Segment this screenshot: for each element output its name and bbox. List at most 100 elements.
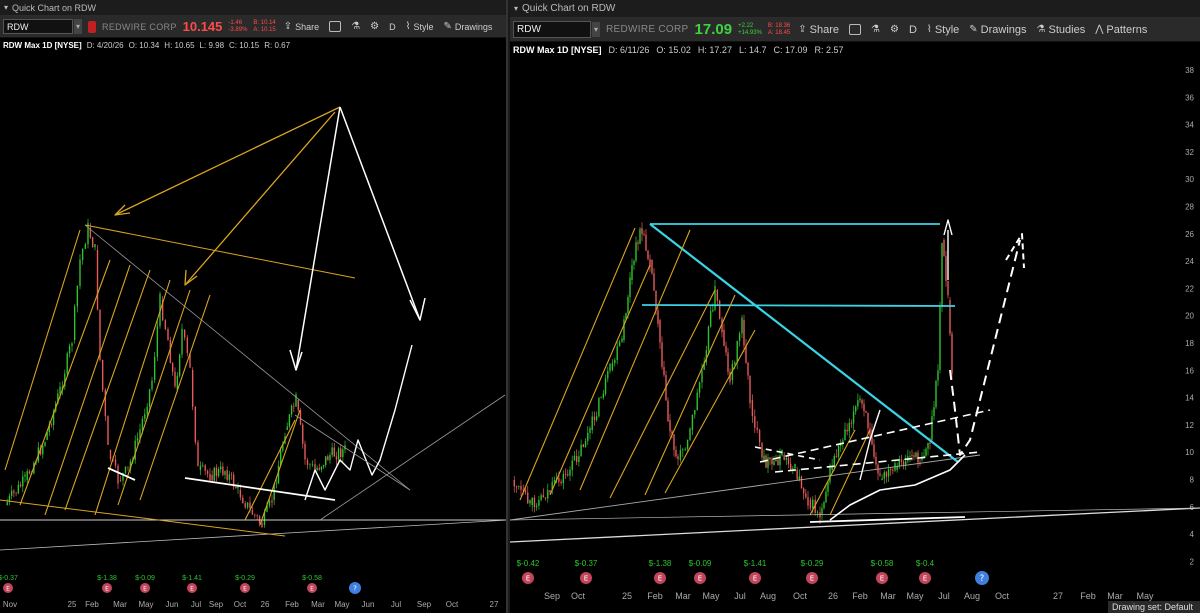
x-axis-tick-label: Nov	[3, 600, 17, 609]
candle-body	[589, 428, 591, 433]
candle-body	[773, 461, 775, 465]
candle-body	[311, 464, 314, 465]
candle-body	[802, 488, 805, 494]
candle-body	[178, 354, 181, 376]
candle-body	[943, 240, 945, 257]
y-axis-tick-label: 20	[1185, 312, 1194, 321]
candle-body	[164, 320, 167, 330]
support-line	[184, 477, 336, 501]
candle-body	[887, 469, 890, 477]
candle-body	[686, 439, 689, 449]
drawing-set-status[interactable]: Drawing set: Default	[1108, 601, 1200, 613]
x-axis-tick-label: 27	[490, 600, 499, 609]
right-price-chart[interactable]: 38 36 34 32 30 28 26 24 22 20 18 16 14 12 10 8 6 4 2 Sep Oct…	[510, 0, 1200, 613]
candle-body	[304, 443, 306, 460]
candle-body	[181, 328, 183, 355]
candle-body	[331, 447, 333, 455]
candle-body	[763, 455, 765, 460]
candle-body	[789, 464, 792, 471]
candle-body	[929, 442, 931, 444]
x-axis-tick-label: Aug	[964, 591, 980, 601]
left-price-chart[interactable]: Nov 25 Feb Mar May Jun Jul Sep Oct 26 Feb Mar May Jun…	[0, 0, 508, 613]
rising-long-line	[319, 394, 506, 521]
x-axis-tick-label: Jul	[191, 600, 201, 609]
candle-body	[614, 359, 616, 364]
earnings-value-label: $-0.09	[135, 575, 155, 582]
candle-body	[288, 414, 291, 427]
candle-body	[242, 497, 244, 504]
candle-body	[805, 493, 807, 498]
candle-body	[653, 273, 655, 291]
candle-body	[863, 403, 865, 412]
candle-body	[659, 320, 661, 343]
resistance-line-mid	[641, 304, 956, 307]
candle-body	[716, 290, 719, 301]
candle-body	[230, 474, 233, 476]
x-axis-tick-label: Sep	[417, 600, 432, 609]
candle-body	[316, 467, 318, 470]
x-axis-tick-label: Mar	[311, 600, 325, 609]
right-high: H: 17.27	[697, 45, 732, 55]
y-axis-tick-label: 14	[1185, 394, 1194, 403]
candle-body	[558, 478, 560, 482]
earnings-badge-icon-glyph: E	[753, 574, 758, 583]
x-axis-tick-label: Feb	[285, 600, 299, 609]
earnings-badge-icon-glyph: E	[310, 585, 314, 592]
candle-body	[582, 444, 585, 447]
candle-body	[542, 495, 545, 498]
x-axis-tick-label: May	[1136, 591, 1154, 601]
candle-body	[306, 460, 309, 465]
candle-body	[827, 482, 829, 492]
y-axis-tick-label: 16	[1185, 366, 1194, 375]
candle-body	[679, 450, 682, 460]
candle-body	[939, 306, 941, 370]
candle-body	[835, 455, 838, 457]
x-axis-tick-label: Oct	[446, 600, 459, 609]
x-axis-tick-label: Jul	[391, 600, 401, 609]
left-chart-info: RDW Max 1D [NYSE] D: 4/20/26 O: 10.34 H:…	[3, 41, 290, 50]
candle-body	[204, 465, 206, 471]
candle-body	[751, 400, 754, 417]
candle-body	[607, 371, 609, 379]
y-axis-tick-label: 8	[1190, 476, 1195, 485]
candle-body	[635, 242, 637, 261]
y-axis-tick-label: 10	[1185, 448, 1194, 457]
white-arrow-line	[295, 106, 341, 371]
candle-body	[645, 234, 647, 251]
candle-body	[127, 466, 129, 468]
white-arrow-line	[339, 106, 421, 321]
candle-body	[94, 244, 96, 248]
candle-body	[861, 400, 863, 404]
x-axis-tick-label: Jun	[362, 600, 375, 609]
candle-body	[595, 416, 598, 420]
y-axis-tick-label: 22	[1185, 284, 1194, 293]
candle-body	[712, 309, 714, 312]
candle-body	[927, 442, 929, 449]
candle-body	[50, 424, 53, 426]
left-close: C: 10.15	[229, 41, 260, 50]
candle-body	[902, 461, 905, 465]
earnings-badge-icon-glyph: E	[658, 574, 663, 583]
long-trend-line	[510, 507, 1200, 543]
candle-body	[254, 514, 256, 516]
support-curve	[829, 454, 966, 521]
candle-body	[146, 406, 148, 415]
candle-body	[600, 397, 602, 399]
candle-body	[293, 405, 295, 407]
candle-body	[186, 337, 189, 354]
candle-body	[765, 455, 767, 468]
candle-body	[749, 375, 751, 404]
right-date: D: 6/11/26	[608, 45, 650, 55]
candle-body	[593, 416, 596, 420]
earnings-value-label: $-0.37	[0, 575, 18, 582]
question-badge-icon-glyph: ?	[353, 584, 357, 593]
candle-body	[183, 330, 186, 338]
candle-body	[783, 455, 785, 460]
candle-body	[342, 449, 344, 458]
candle-body	[564, 474, 567, 475]
candle-body	[325, 456, 327, 466]
y-axis-tick-label: 6	[1190, 503, 1195, 512]
candle-body	[309, 464, 311, 466]
candle-body	[905, 461, 907, 465]
candle-body	[197, 442, 199, 467]
